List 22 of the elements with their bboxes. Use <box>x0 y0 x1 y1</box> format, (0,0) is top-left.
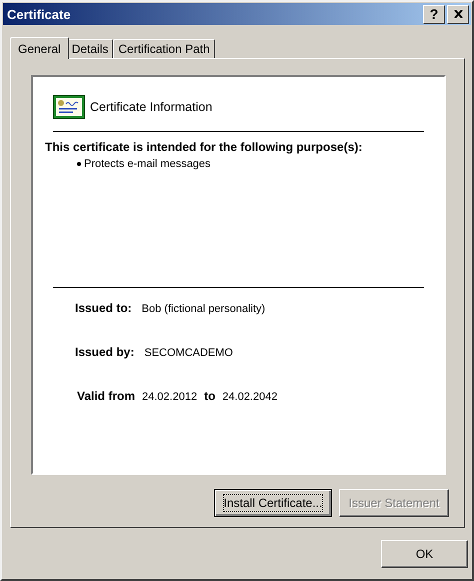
field-value: Bob (fictional personality) <box>142 303 266 315</box>
field-label: to <box>204 389 216 403</box>
tab[interactable]: Details <box>66 39 114 58</box>
tab[interactable]: General <box>10 37 69 59</box>
purpose-heading: This certificate is intended for the following purpose(s): <box>45 140 364 154</box>
field-label: Valid from <box>77 389 136 403</box>
field-value: 24.02.2042 <box>222 391 278 403</box>
field-value: SECOMCADEMO <box>144 347 233 359</box>
purpose-text: Protects e-mail messages <box>84 158 211 170</box>
section-heading: Certificate Information <box>90 100 212 114</box>
certificate-icon <box>53 95 85 119</box>
field-label: Issued to: <box>75 301 132 315</box>
bullet-icon <box>77 162 81 166</box>
window-title: Certificate <box>7 6 71 22</box>
dialog-button[interactable]: Install Certificate... <box>214 489 332 517</box>
tab[interactable]: Certification Path <box>113 39 215 58</box>
field-label: Issued by: <box>75 345 134 359</box>
field-value: 24.02.2012 <box>142 391 198 403</box>
close-button[interactable] <box>447 4 469 24</box>
help-button[interactable]: ? <box>423 4 445 24</box>
close-icon <box>454 10 462 18</box>
ok-button[interactable]: OK <box>381 540 468 568</box>
